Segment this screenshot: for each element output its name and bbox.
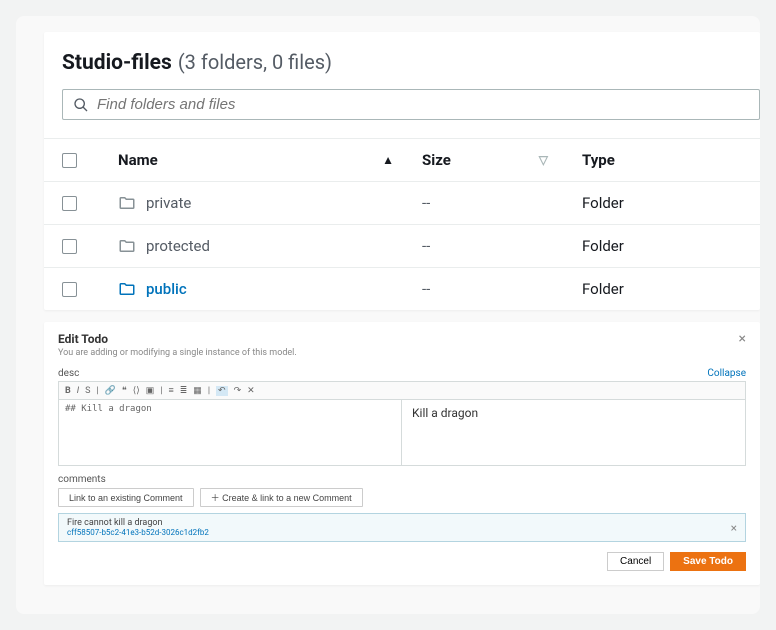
tb-clear[interactable]: ✕ <box>247 386 255 396</box>
search-input[interactable] <box>97 96 749 113</box>
remove-comment-icon[interactable]: × <box>731 521 737 535</box>
edit-todo-panel: Edit Todo × You are adding or modifying … <box>44 322 760 585</box>
row-size: -- <box>422 237 582 255</box>
table-row[interactable]: protected -- Folder <box>44 224 760 267</box>
row-size: -- <box>422 280 582 298</box>
row-name: protected <box>146 237 210 255</box>
row-checkbox[interactable] <box>62 282 77 297</box>
row-checkbox[interactable] <box>62 196 77 211</box>
tb-ol[interactable]: ≣ <box>180 386 188 396</box>
create-link-comment-button[interactable]: ＋ Create & link to a new Comment <box>200 488 363 507</box>
col-name[interactable]: Name <box>118 151 158 169</box>
page-title: Studio-files <box>62 51 172 75</box>
plus-icon: ＋ <box>211 493 220 503</box>
folder-icon <box>118 237 136 255</box>
editor-source[interactable]: ## Kill a dragon <box>59 400 402 465</box>
row-type: Folder <box>582 237 742 255</box>
row-size: -- <box>422 194 582 212</box>
editor-preview: Kill a dragon <box>402 400 745 465</box>
close-icon[interactable]: × <box>739 332 746 346</box>
search-input-wrap[interactable] <box>62 89 760 120</box>
table-row[interactable]: private -- Folder <box>44 181 760 224</box>
table-header: Name ▲ Size ▽ Type <box>44 138 760 181</box>
tb-sep: | <box>160 386 162 396</box>
col-type[interactable]: Type <box>582 151 742 169</box>
tb-italic[interactable]: I <box>77 386 79 396</box>
row-type: Folder <box>582 194 742 212</box>
cancel-button[interactable]: Cancel <box>607 552 664 571</box>
comment-text: Fire cannot kill a dragon <box>67 518 209 528</box>
link-existing-comment-button[interactable]: Link to an existing Comment <box>58 488 194 507</box>
tb-undo[interactable]: ↶ <box>216 386 228 396</box>
tb-code[interactable]: ⟨⟩ <box>133 386 140 396</box>
file-browser-panel: Studio-files (3 folders, 0 files) Name ▲… <box>44 32 760 310</box>
tb-link[interactable]: 🔗 <box>105 386 116 396</box>
row-name[interactable]: public <box>146 280 187 298</box>
collapse-link[interactable]: Collapse <box>707 368 746 379</box>
tb-bold[interactable]: B <box>65 386 71 396</box>
tb-sep: | <box>96 386 98 396</box>
tb-strike[interactable]: S <box>85 386 90 396</box>
select-all-checkbox[interactable] <box>62 153 77 168</box>
row-type: Folder <box>582 280 742 298</box>
comment-id: cff58507-b5c2-41e3-b52d-3026c1d2fb2 <box>67 528 209 537</box>
sort-asc-icon[interactable]: ▲ <box>382 153 394 167</box>
col-size[interactable]: Size <box>422 151 451 169</box>
folder-icon <box>118 280 136 298</box>
file-table: Name ▲ Size ▽ Type private -- Folder <box>44 138 760 310</box>
sort-icon[interactable]: ▽ <box>539 153 548 167</box>
edit-title: Edit Todo <box>58 332 108 346</box>
page-subtitle: (3 folders, 0 files) <box>178 50 332 74</box>
tb-image[interactable]: ▣ <box>146 386 155 396</box>
desc-label: desc <box>58 368 79 379</box>
tb-table[interactable]: ▦ <box>193 386 202 396</box>
tb-quote[interactable]: ❝ <box>122 386 127 396</box>
edit-subtitle: You are adding or modifying a single ins… <box>58 348 746 358</box>
save-button[interactable]: Save Todo <box>670 552 746 571</box>
tb-ul[interactable]: ≡ <box>168 385 173 396</box>
row-checkbox[interactable] <box>62 239 77 254</box>
search-icon <box>73 97 89 113</box>
table-row[interactable]: public -- Folder <box>44 267 760 310</box>
folder-icon <box>118 194 136 212</box>
comments-label: comments <box>58 474 746 485</box>
row-name: private <box>146 194 191 212</box>
tb-redo[interactable]: ↷ <box>234 386 242 396</box>
linked-comment: Fire cannot kill a dragon cff58507-b5c2-… <box>58 513 746 542</box>
tb-sep: | <box>208 386 210 396</box>
editor-toolbar: B I S | 🔗 ❝ ⟨⟩ ▣ | ≡ ≣ ▦ | ↶ ↷ ✕ <box>58 381 746 400</box>
